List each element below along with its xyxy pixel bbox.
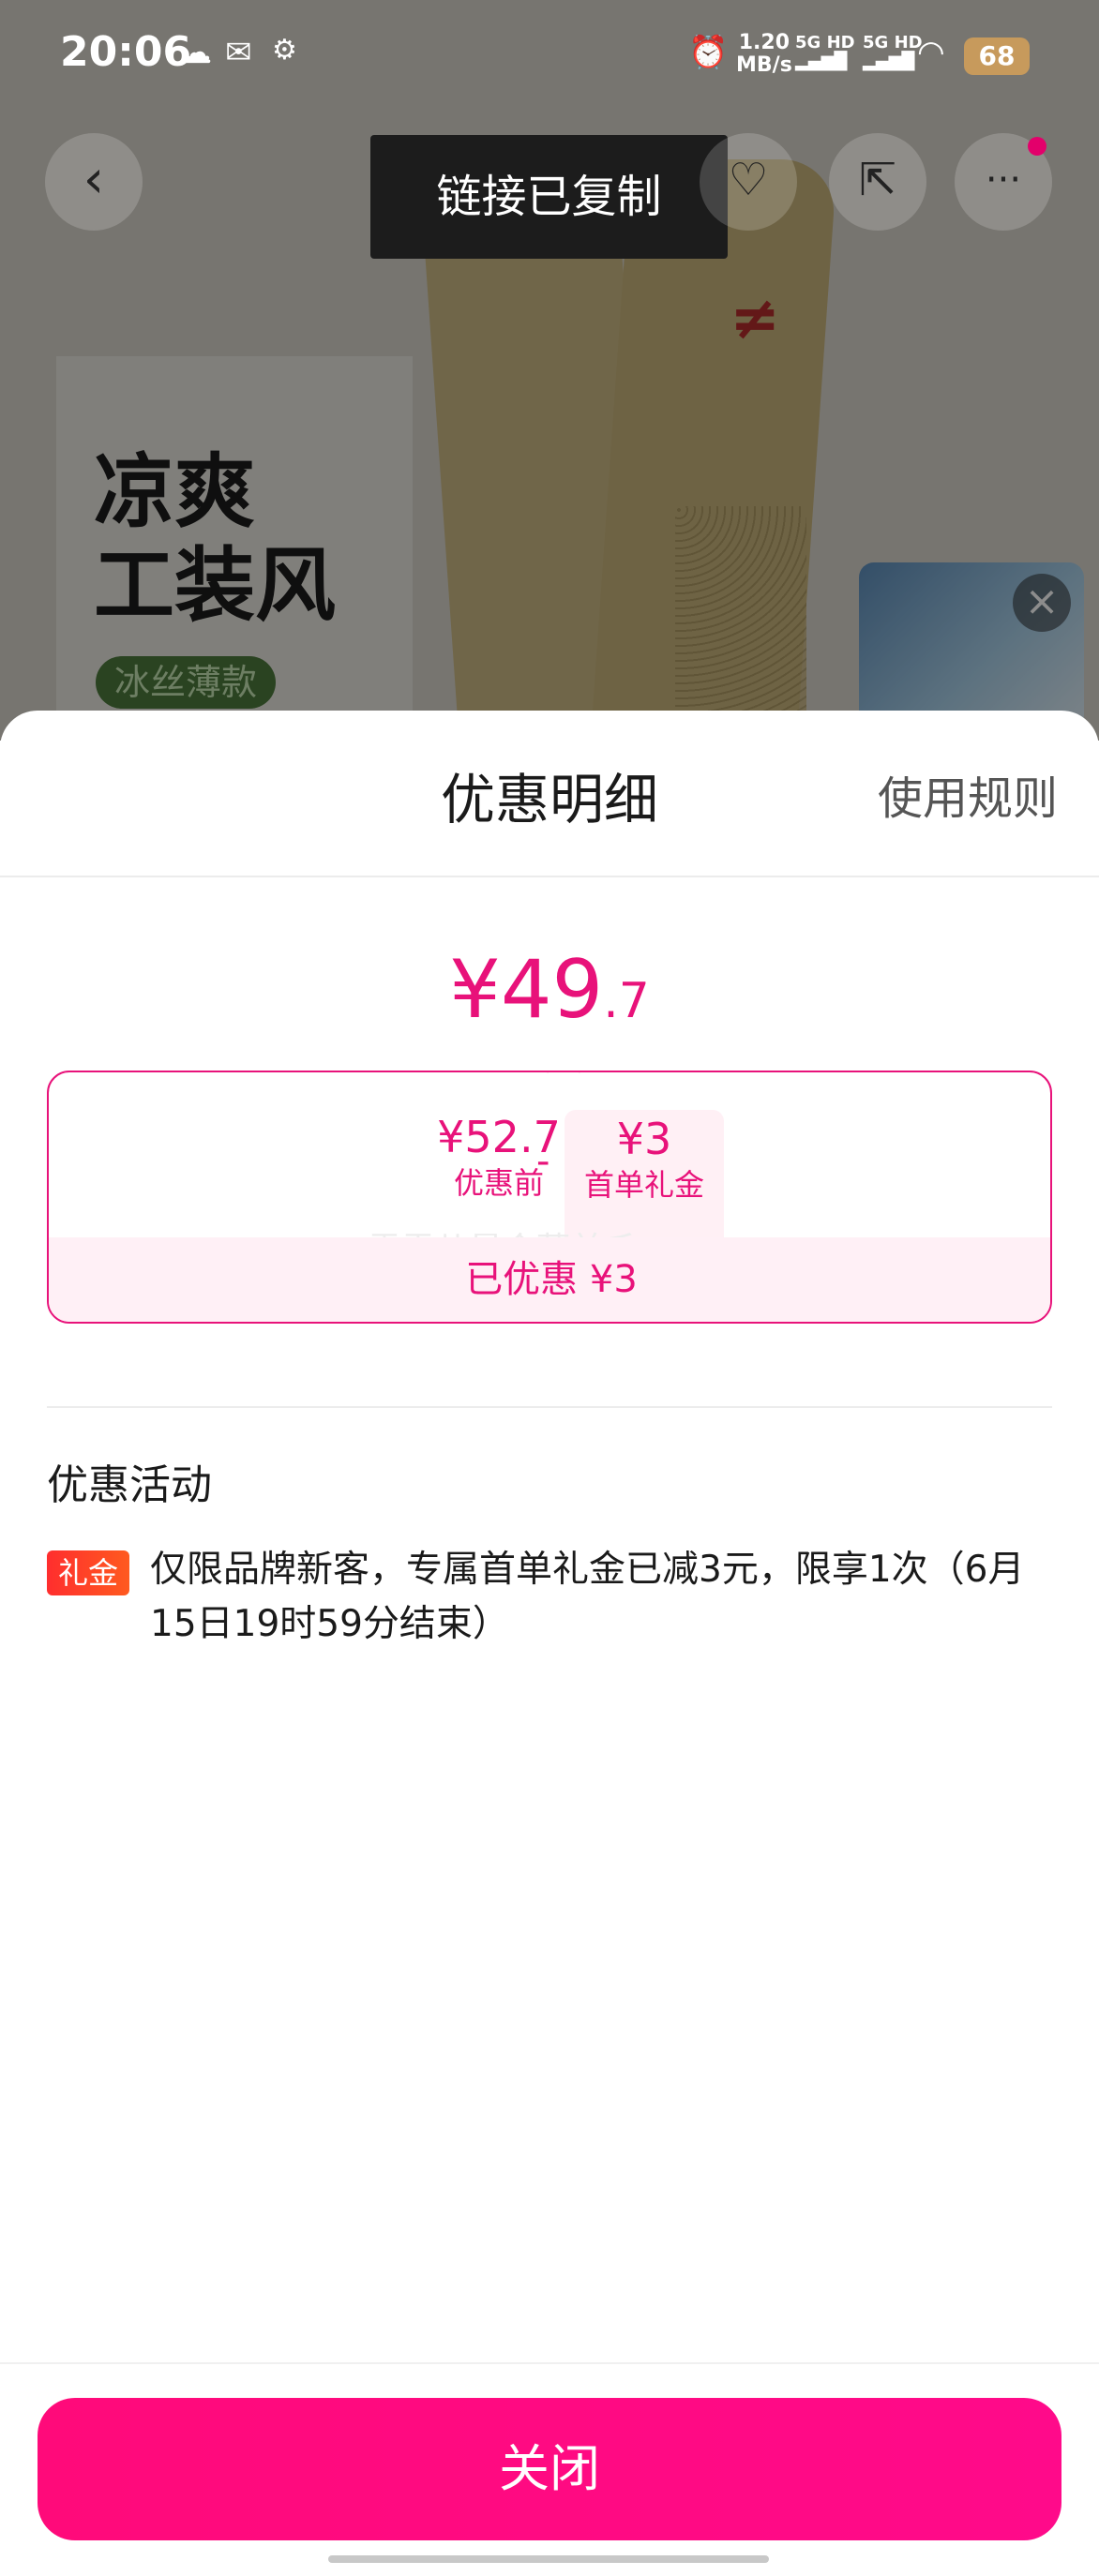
- gift-tag: 礼金: [47, 1550, 130, 1595]
- toast-message: 链接已复制: [370, 135, 728, 259]
- status-time: 20:06: [60, 28, 192, 76]
- wifi-icon: ◠: [917, 34, 945, 71]
- final-price: ¥49.7: [449, 943, 650, 1037]
- activity-description: 仅限品牌新客，专属首单礼金已减3元，限享1次（6月15日19时59分结束）: [150, 1549, 1025, 1645]
- saved-amount: 已优惠 ¥3: [49, 1237, 1050, 1322]
- back-icon[interactable]: ‹: [45, 133, 143, 231]
- divider: [47, 1406, 1052, 1408]
- cloud-icon: ☁: [180, 34, 212, 71]
- divider: [0, 876, 1099, 877]
- battery-icon: 68: [964, 37, 1030, 75]
- usage-rules-link[interactable]: 使用规则: [878, 761, 1058, 827]
- section-label: 优惠活动: [47, 1461, 212, 1509]
- divider: [0, 2362, 1099, 2364]
- favorite-add-icon[interactable]: ♡: [700, 133, 797, 231]
- status-bar: 20:06 ☁ ✉ ⚙ ⏰ 1.20 MB/s 5G HD ▂▄▆█ 5G HD ▂…: [0, 0, 1099, 112]
- notification-dot: [1028, 137, 1046, 156]
- wechat-icon: ✉: [225, 34, 252, 71]
- close-button[interactable]: 关闭: [38, 2398, 1061, 2540]
- discount-detail-sheet: 优惠明细 使用规则 ¥49.7 ¥52.7 优惠前 - ¥3 首单礼金 雪雪儿最…: [0, 711, 1099, 2576]
- signal-icon: 5G HD ▂▄▆█: [863, 33, 923, 71]
- price-calculation-box: ¥52.7 优惠前 - ¥3 首单礼金 雪雪儿最会薅羊毛 已优惠 ¥3: [47, 1071, 1052, 1324]
- alarm-icon: ⏰: [688, 34, 729, 71]
- settings-icon: ⚙: [272, 34, 297, 67]
- signal-icon: 5G HD ▂▄▆█: [795, 33, 855, 71]
- network-speed: 1.20 MB/s: [736, 31, 792, 77]
- share-icon[interactable]: ⇱: [829, 133, 926, 231]
- home-indicator[interactable]: [328, 2555, 769, 2563]
- minus-sign: -: [536, 1140, 550, 1183]
